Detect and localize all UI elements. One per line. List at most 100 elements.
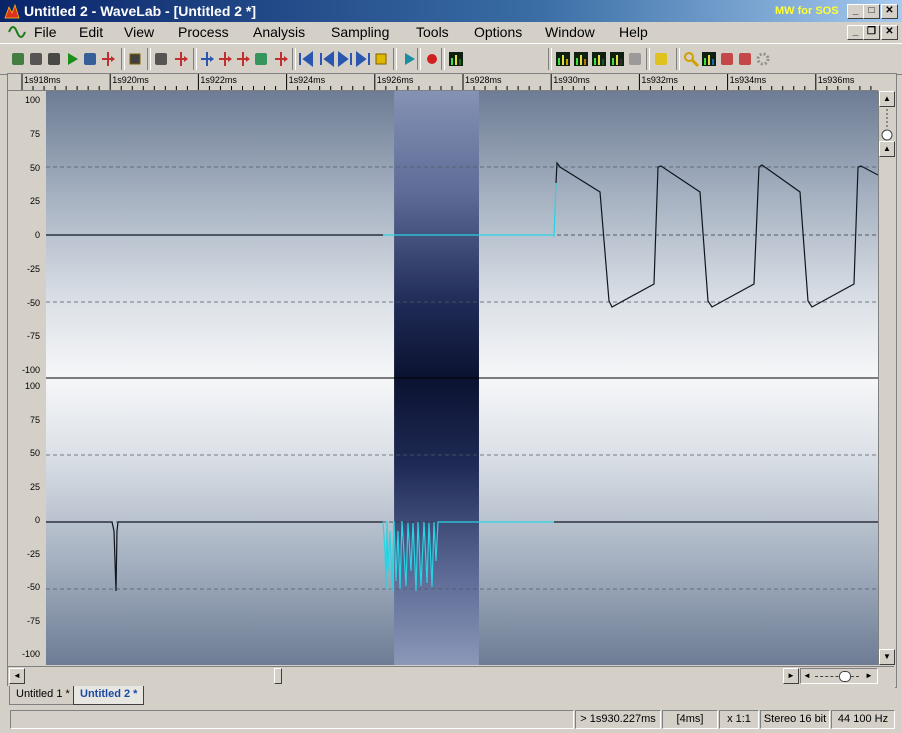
gear-icon[interactable] — [754, 50, 772, 68]
menu-file[interactable]: File — [34, 24, 57, 40]
minimize-button[interactable]: _ — [847, 4, 864, 19]
menu-help[interactable]: Help — [619, 24, 648, 40]
toolbar — [0, 43, 902, 75]
tab-untitled-1[interactable]: Untitled 1 * — [9, 686, 77, 705]
ruler-label: 1s924ms — [288, 75, 326, 85]
doc-close-button[interactable]: ✕ — [881, 25, 898, 40]
marker-multi-icon[interactable] — [234, 50, 252, 68]
new-icon[interactable] — [9, 50, 27, 68]
y-axis-label: -100 — [21, 365, 40, 375]
bars-icon[interactable] — [608, 50, 626, 68]
doc-restore-button[interactable]: ❐ — [863, 25, 880, 40]
ruler-label: 1s926ms — [376, 75, 414, 85]
y-axis-label: 0 — [34, 230, 40, 240]
go-end-icon[interactable] — [354, 50, 372, 68]
status-rate: 44 100 Hz — [831, 710, 895, 729]
y-axis-label: -25 — [26, 548, 40, 559]
pause-bars-icon[interactable] — [700, 50, 718, 68]
amplitude-axis: 100 75 50 25 0 -25 -50 -75 -100 100 75 50 25 0 -25 -50 -… — [8, 91, 46, 665]
ruler-label: 1s934ms — [729, 75, 767, 85]
menu-tools[interactable]: Tools — [416, 24, 449, 40]
hzoom-thumb[interactable] — [839, 671, 851, 682]
loop-icon[interactable] — [252, 50, 270, 68]
status-format: Stereo 16 bit — [760, 710, 830, 729]
y-axis-label: -100 — [21, 649, 40, 659]
time-ruler[interactable]: 1s918ms 1s920ms 1s922ms 1s924ms 1s926ms 1s928… — [8, 74, 878, 91]
scroll-up-button-2[interactable]: ▲ — [879, 141, 895, 157]
camera-icon[interactable] — [45, 50, 63, 68]
fx-icon[interactable] — [736, 50, 754, 68]
y-axis-label: -75 — [26, 331, 40, 342]
zoom-slider-icon[interactable] — [881, 107, 893, 143]
go-start-icon[interactable] — [297, 50, 315, 68]
marker-red-icon[interactable] — [216, 50, 234, 68]
close-button[interactable]: ✕ — [881, 4, 898, 19]
maximize-button[interactable]: □ — [863, 4, 880, 19]
y-axis-label: -50 — [26, 297, 40, 308]
scroll-up-button[interactable]: ▲ — [879, 91, 895, 107]
hzoom-slider[interactable]: ◄ ► — [800, 668, 878, 684]
menu-window[interactable]: Window — [545, 24, 595, 40]
marker-move-icon[interactable] — [198, 50, 216, 68]
ruler-label: 1s918ms — [24, 75, 61, 85]
spectrum-icon[interactable] — [447, 50, 465, 68]
status-position: > 1s930.227ms — [575, 710, 661, 729]
status-zoom: x 1:1 — [719, 710, 759, 729]
speaker-icon[interactable] — [652, 50, 670, 68]
y-axis-label: -50 — [26, 582, 40, 592]
waveform-display[interactable] — [46, 91, 878, 665]
meter-icon[interactable] — [554, 50, 572, 68]
vertical-zoom-bar[interactable]: ▲ ▲ ▼ — [878, 91, 895, 665]
play-record-icon[interactable] — [63, 50, 81, 68]
menu-bar: File Edit View Process Analysis Sampling… — [0, 22, 902, 42]
settings-icon[interactable] — [27, 50, 45, 68]
horizontal-scrollbar[interactable]: ◄ ► ◄ ► — [8, 666, 894, 684]
menu-options[interactable]: Options — [474, 24, 522, 40]
marker-icon[interactable] — [99, 50, 117, 68]
menu-edit[interactable]: Edit — [79, 24, 103, 40]
sine-wave-icon[interactable] — [8, 24, 26, 40]
toolbar-separator — [193, 48, 197, 70]
eq-icon[interactable] — [590, 50, 608, 68]
y-axis-label: -75 — [26, 615, 40, 626]
title-bar: Untitled 2 - WaveLab - [Untitled 2 *] MW… — [0, 0, 902, 22]
marker-set-icon[interactable] — [172, 50, 190, 68]
route-icon[interactable] — [718, 50, 736, 68]
magnifier-icon[interactable] — [682, 50, 700, 68]
scroll-left-button[interactable]: ◄ — [9, 668, 25, 684]
ruler-label: 1s920ms — [112, 75, 149, 85]
marker-delete-icon[interactable] — [272, 50, 290, 68]
menu-process[interactable]: Process — [178, 24, 229, 40]
scroll-thumb[interactable] — [274, 668, 282, 684]
toolbar-separator — [121, 48, 125, 70]
hzoom-right-arrow[interactable]: ► — [865, 669, 873, 683]
toolbar-separator — [646, 48, 650, 70]
stopwatch-icon[interactable] — [126, 50, 144, 68]
disabled-icon[interactable] — [626, 50, 644, 68]
rewind-icon[interactable] — [318, 50, 336, 68]
document-tabs: Untitled 1 * Untitled 2 * — [7, 686, 895, 706]
monitor-icon[interactable] — [81, 50, 99, 68]
menu-analysis[interactable]: Analysis — [253, 24, 305, 40]
ruler-label: 1s932ms — [641, 75, 678, 85]
microphone-icon[interactable] — [152, 50, 170, 68]
scroll-right-button[interactable]: ► — [783, 668, 799, 684]
doc-minimize-button[interactable]: _ — [847, 25, 864, 40]
tab-untitled-2[interactable]: Untitled 2 * — [73, 686, 145, 705]
hzoom-left-arrow[interactable]: ◄ — [803, 669, 811, 683]
menu-view[interactable]: View — [124, 24, 154, 40]
forward-icon[interactable] — [336, 50, 354, 68]
status-message — [10, 710, 574, 729]
stop-icon[interactable] — [372, 50, 390, 68]
record-icon[interactable] — [423, 50, 441, 68]
y-axis-label: 0 — [34, 515, 40, 525]
play-icon[interactable] — [400, 50, 418, 68]
analyzer-icon[interactable] — [572, 50, 590, 68]
menu-sampling[interactable]: Sampling — [331, 24, 389, 40]
ruler-label: 1s936ms — [817, 75, 855, 85]
status-span: [4ms] — [662, 710, 718, 729]
y-axis-label: 25 — [29, 196, 40, 207]
toolbar-separator — [292, 48, 296, 70]
ruler-label: 1s922ms — [200, 75, 237, 85]
scroll-down-button[interactable]: ▼ — [879, 649, 895, 665]
